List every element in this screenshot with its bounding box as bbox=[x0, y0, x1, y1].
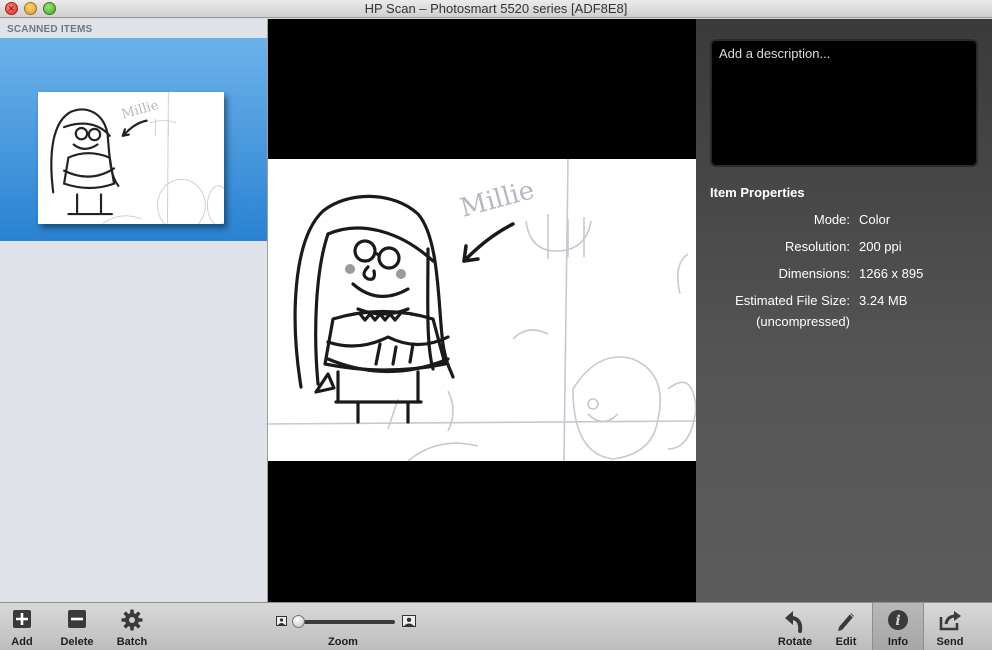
property-dimensions: Dimensions: 1266 x 895 bbox=[696, 266, 992, 286]
description-field[interactable] bbox=[710, 39, 978, 167]
close-icon: × bbox=[8, 3, 15, 15]
item-info-panel: Item Properties Mode: Color Resolution: … bbox=[696, 19, 992, 602]
small-image-icon bbox=[276, 616, 287, 626]
property-label: Mode: bbox=[813, 212, 850, 227]
property-resolution: Resolution: 200 ppi bbox=[696, 239, 992, 259]
property-value: 3.24 MB bbox=[859, 293, 908, 308]
item-properties-title: Item Properties bbox=[710, 185, 805, 200]
zoom-slider-track[interactable] bbox=[299, 620, 395, 624]
gear-icon bbox=[121, 609, 143, 631]
property-value: Color bbox=[859, 212, 891, 227]
window-title: HP Scan – Photosmart 5520 series [ADF8E8… bbox=[364, 1, 628, 16]
zoom-slider-handle[interactable] bbox=[292, 615, 305, 628]
title-bar: × HP Scan – Photosmart 5520 series [ADF8… bbox=[0, 0, 992, 18]
property-value: 1266 x 895 bbox=[859, 266, 924, 281]
delete-button[interactable]: Delete bbox=[52, 603, 102, 650]
send-button[interactable]: Send bbox=[930, 603, 970, 650]
send-label: Send bbox=[936, 636, 964, 648]
scan-preview-image: Millie bbox=[268, 159, 696, 461]
property-value: 200 ppi bbox=[859, 239, 902, 254]
sidebar-header: SCANNED ITEMS bbox=[7, 24, 93, 35]
delete-label: Delete bbox=[60, 636, 94, 648]
svg-text:i: i bbox=[895, 613, 900, 629]
minus-icon bbox=[68, 610, 86, 628]
scan-preview-area: Millie bbox=[268, 19, 696, 602]
minimize-window-button[interactable] bbox=[24, 2, 37, 15]
property-mode: Mode: Color bbox=[696, 212, 992, 232]
property-label: Estimated File Size: bbox=[735, 293, 850, 308]
property-sublabel: (uncompressed) bbox=[756, 314, 850, 329]
bottom-toolbar: Add Delete Batch Zoom Rotate Edit i Info… bbox=[0, 602, 992, 650]
add-label: Add bbox=[11, 636, 33, 648]
rotate-button[interactable]: Rotate bbox=[772, 603, 818, 650]
scan-drawing: Millie bbox=[268, 159, 696, 461]
large-image-icon bbox=[402, 615, 416, 627]
batch-label: Batch bbox=[116, 636, 148, 648]
rotate-icon bbox=[785, 611, 803, 633]
property-label: Dimensions: bbox=[778, 266, 850, 281]
zoom-label: Zoom bbox=[328, 636, 358, 648]
scanned-items-sidebar: SCANNED ITEMS Millie bbox=[0, 19, 268, 602]
property-label: Resolution: bbox=[784, 239, 850, 254]
batch-button[interactable]: Batch bbox=[110, 603, 154, 650]
share-icon bbox=[939, 611, 961, 631]
zoom-control: Zoom bbox=[273, 603, 419, 650]
scanned-item-thumbnail[interactable]: Millie bbox=[0, 38, 267, 241]
zoom-window-button[interactable] bbox=[43, 2, 56, 15]
close-window-button[interactable]: × bbox=[5, 2, 18, 15]
info-button[interactable]: i Info bbox=[872, 603, 924, 650]
property-file-size: Estimated File Size: 3.24 MB (uncompress… bbox=[696, 293, 992, 329]
edit-label: Edit bbox=[835, 636, 857, 648]
plus-icon bbox=[13, 610, 31, 628]
add-button[interactable]: Add bbox=[4, 603, 40, 650]
info-icon: i bbox=[888, 610, 908, 630]
info-label: Info bbox=[887, 636, 909, 648]
thumbnail-image: Millie bbox=[38, 92, 224, 224]
rotate-label: Rotate bbox=[777, 636, 813, 648]
pencil-icon bbox=[838, 613, 854, 631]
thumbnail-drawing: Millie bbox=[38, 92, 224, 224]
edit-button[interactable]: Edit bbox=[828, 603, 864, 650]
